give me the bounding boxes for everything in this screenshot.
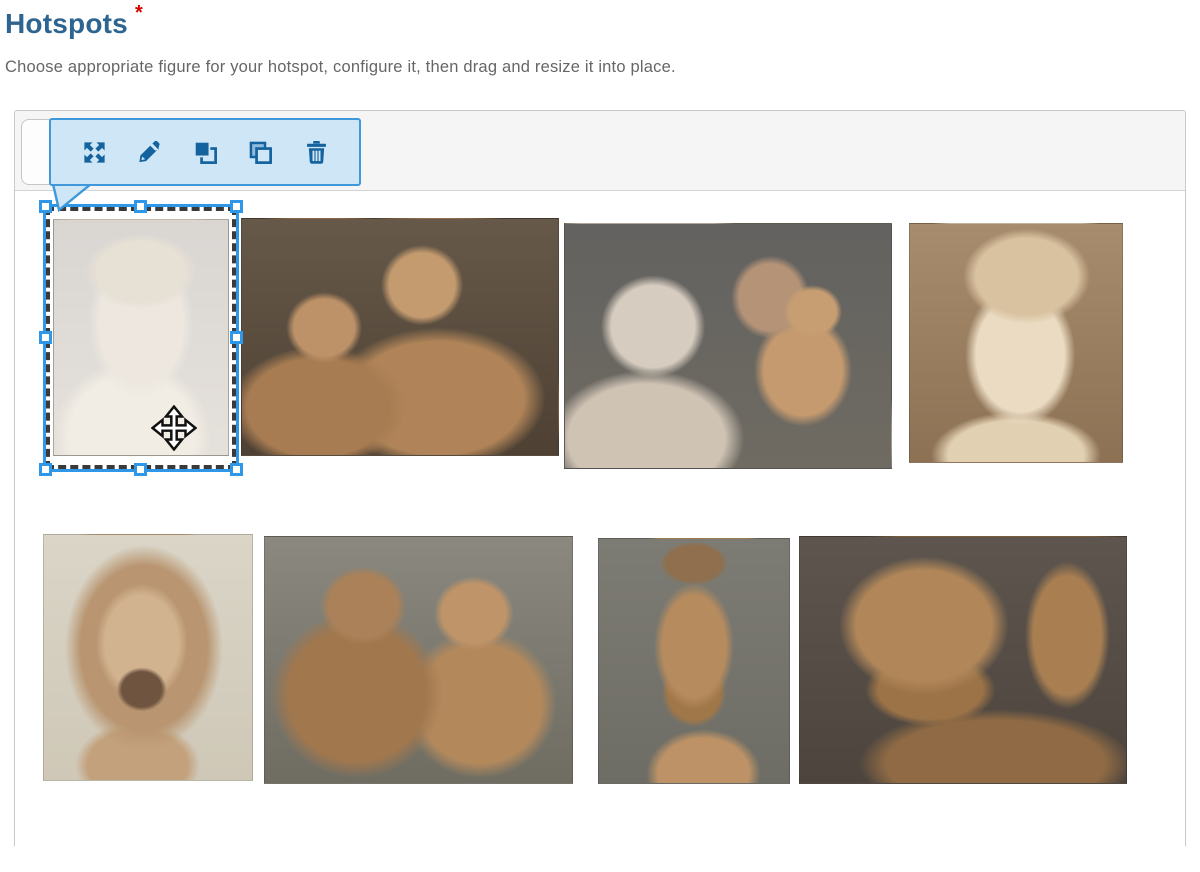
resize-handle-top-right[interactable] — [230, 200, 243, 213]
selection-box[interactable] — [46, 207, 236, 469]
pencil-icon — [136, 139, 163, 166]
hotspot-figure-7[interactable] — [598, 538, 790, 784]
remove-button[interactable] — [301, 137, 331, 167]
hotspots-editor — [14, 110, 1186, 848]
hotspot-figure-5[interactable] — [43, 534, 253, 781]
resize-handle-middle-left[interactable] — [39, 331, 52, 344]
move-icon — [81, 139, 108, 166]
context-toolbar-tail — [49, 184, 99, 212]
page-title: Hotspots * — [5, 2, 143, 40]
send-to-back-button[interactable] — [246, 137, 276, 167]
context-toolbar — [49, 118, 361, 186]
hotspots-field: Hotspots * Choose appropriate figure for … — [0, 0, 1200, 872]
resize-handle-bottom-left[interactable] — [39, 463, 52, 476]
hotspot-figure-3[interactable] — [564, 223, 892, 469]
hotspot-figure-2[interactable] — [241, 218, 559, 456]
trash-icon — [303, 139, 330, 166]
required-marker: * — [135, 2, 143, 24]
resize-handle-middle-right[interactable] — [230, 331, 243, 344]
field-description: Choose appropriate figure for your hotsp… — [5, 58, 676, 77]
resize-handle-bottom-center[interactable] — [134, 463, 147, 476]
bring-to-front-button[interactable] — [190, 137, 220, 167]
title-text: Hotspots — [5, 8, 128, 39]
bring-to-front-icon — [192, 139, 219, 166]
resize-handle-bottom-right[interactable] — [230, 463, 243, 476]
hotspot-figure-4[interactable] — [909, 223, 1123, 463]
hotspot-figure-8[interactable] — [799, 536, 1127, 784]
hotspot-figure-6[interactable] — [264, 536, 573, 784]
resize-handle-top-center[interactable] — [134, 200, 147, 213]
move-button[interactable] — [79, 137, 109, 167]
send-to-back-icon — [247, 139, 274, 166]
edit-button[interactable] — [135, 137, 165, 167]
